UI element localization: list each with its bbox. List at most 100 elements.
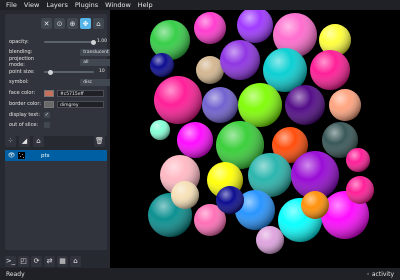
transform-button[interactable]: ⌂ [93,18,104,29]
sphere-shading [202,87,238,123]
blending-row: blending: translucent▼ [9,48,140,56]
sphere-shading [150,20,190,60]
select-points-button[interactable]: ⊙ [54,18,65,29]
symbol-row: symbol: disc▼ [9,78,140,86]
border-color-field[interactable]: dimgrey [57,100,104,108]
face-color-row: face color: #c5715eff [9,89,105,97]
display-text-row: display text: ✓ [9,111,105,119]
eye-icon[interactable]: 👁 [7,151,16,160]
opacity-row: opacity: 1.00 [9,38,108,46]
menu-plugins[interactable]: Plugins [75,0,98,10]
delete-icon: ✕ [43,19,50,28]
grid-icon: ▦ [59,257,66,265]
grid-button[interactable]: ▦ [57,256,68,267]
projection-mode-label: projection mode: [9,56,34,68]
border-color-label: border color: [9,101,42,107]
symbol-value: disc [83,79,93,85]
home-icon: ⌂ [73,257,78,265]
out-of-slice-label: out of slice: [9,122,39,128]
sphere-shading [150,120,170,140]
opacity-slider-track[interactable] [44,41,94,43]
sphere-shading [194,12,226,44]
menu-view[interactable]: View [24,0,39,10]
layer-thumbnail [18,152,25,159]
delete-points-button[interactable]: ✕ [41,18,52,29]
select-icon: ⊙ [56,19,63,28]
menu-bar: File View Layers Plugins Window Help [0,0,400,10]
new-points-layer-button[interactable]: ⁘ [5,136,16,147]
border-color-swatch[interactable] [44,100,54,108]
projection-mode-value: all [83,59,89,65]
tool-row: ✕ ⊙ ⊕ ✥ ⌂ [41,18,104,29]
sphere-shading [346,176,374,204]
out-of-slice-row: out of slice: [9,121,105,129]
console-icon: >_ [5,257,16,265]
sphere-shading [196,56,224,84]
viewer-buttons: >_ ◰ ⟳ ⇄ ▦ ⌂ [5,256,81,267]
sphere-shading [346,148,370,172]
left-dock: ✕ ⊙ ⊕ ✥ ⌂ opacity: 1.00 blending: transl… [0,10,140,268]
viewer-canvas[interactable] [110,10,400,268]
transpose-button[interactable]: ⇄ [44,256,55,267]
transpose-icon: ⇄ [46,257,53,265]
display-text-checkbox[interactable]: ✓ [44,112,50,118]
face-color-field[interactable]: #c5715eff [57,89,104,97]
sphere-shading [301,191,329,219]
spheres-render [148,10,374,254]
activity-button[interactable]: ◦ activity [366,271,394,278]
opacity-label: opacity: [9,39,29,45]
sphere-shading [256,226,284,254]
layer-controls-panel: ✕ ⊙ ⊕ ✥ ⌂ opacity: 1.00 blending: transl… [5,14,140,136]
point-size-value: 10 [99,69,105,74]
blending-value: translucent [83,49,109,55]
points-icon: ⁘ [7,137,14,145]
add-points-button[interactable]: ⊕ [67,18,78,29]
home-button[interactable]: ⌂ [70,256,81,267]
sphere-shading [310,50,350,90]
sphere-shading [154,76,202,124]
transform-icon: ⌂ [96,19,101,28]
sphere-shading [285,85,325,125]
opacity-value: 1.00 [97,39,108,44]
sphere-shading [329,89,361,121]
border-color-row: border color: dimgrey [9,100,105,108]
roll-dims-button[interactable]: ⟳ [31,256,42,267]
face-color-label: face color: [9,90,36,96]
display-text-label: display text: [9,112,40,118]
menu-layers[interactable]: Layers [46,0,68,10]
sphere-shading [216,186,244,214]
opacity-slider-handle[interactable] [91,39,96,45]
sphere-shading [150,53,174,77]
new-shapes-layer-button[interactable]: ◢ [19,136,30,147]
sphere-shading [177,122,213,158]
point-size-slider-handle[interactable] [48,69,53,75]
sphere-shading [220,40,260,80]
status-bar: Ready ◦ activity [0,268,400,280]
pan-zoom-icon: ✥ [82,19,89,28]
console-button[interactable]: >_ [5,256,16,267]
ndisplay-button[interactable]: ◰ [18,256,29,267]
menu-help[interactable]: Help [138,0,153,10]
sphere-shading [171,181,199,209]
projection-mode-row: projection mode: all▼ [9,56,140,68]
point-size-row: point size: 10 [9,68,105,76]
ndisplay-icon: ◰ [20,257,27,265]
layer-list: 👁 pts [5,150,107,250]
shapes-icon: ◢ [21,137,28,145]
trash-icon: 🗑 [95,137,104,145]
pan-zoom-button[interactable]: ✥ [80,18,91,29]
delete-layer-button[interactable]: 🗑 [94,136,105,147]
sphere-shading [238,83,282,127]
roll-icon: ⟳ [33,257,40,265]
menu-file[interactable]: File [6,0,17,10]
face-color-swatch[interactable] [44,89,54,97]
out-of-slice-checkbox[interactable] [44,122,50,128]
blending-label: blending: [9,49,33,55]
menu-window[interactable]: Window [105,0,131,10]
layer-list-toolbar: ⁘ ◢ ⌂ [5,136,44,147]
new-labels-layer-button[interactable]: ⌂ [33,136,44,147]
point-size-label: point size: [9,69,35,75]
label-tag-icon: ⌂ [36,137,41,145]
symbol-label: symbol: [9,79,29,85]
layer-row-pts[interactable]: 👁 pts [5,150,107,161]
